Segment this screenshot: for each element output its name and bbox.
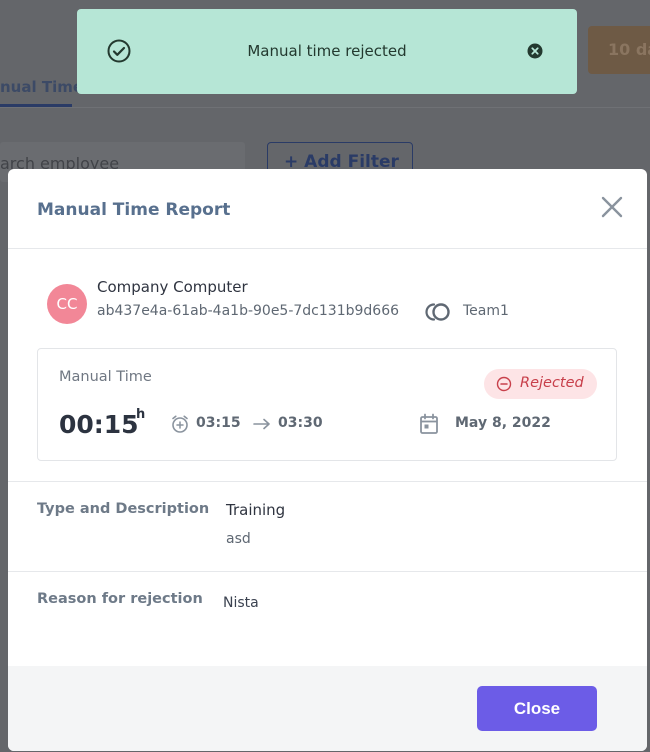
rejection-reason-value: Nista (223, 595, 259, 611)
modal-footer: Close (8, 666, 647, 751)
section-divider (8, 481, 647, 482)
type-value: Training (226, 501, 286, 519)
status-badge-label: Rejected (520, 375, 584, 391)
alarm-clock-icon (172, 415, 188, 433)
tab-manual-time[interactable]: nual Time (0, 78, 83, 96)
modal-title: Manual Time Report (37, 200, 231, 220)
team-icon (425, 303, 450, 321)
header-divider (8, 248, 647, 249)
duration-unit: h (136, 407, 146, 422)
duration-value: 00:15 (59, 410, 139, 439)
days-button[interactable]: 10 da (588, 26, 650, 74)
rejection-reason-label: Reason for rejection (37, 591, 203, 607)
close-icon[interactable] (599, 194, 625, 220)
entry-date: May 8, 2022 (455, 415, 551, 431)
section-divider (8, 571, 647, 572)
employee-name: Company Computer (97, 278, 248, 296)
end-time: 03:30 (278, 415, 323, 431)
manual-time-card: Manual Time Rejected 00:15 h 03:15 03:30… (37, 348, 617, 461)
team-name: Team1 (463, 303, 509, 319)
close-circle-icon[interactable] (527, 43, 543, 59)
arrow-right-icon (253, 418, 270, 430)
description-value: asd (226, 531, 251, 547)
toast-message: Manual time rejected (247, 42, 407, 60)
minus-circle-icon (496, 376, 512, 392)
calendar-icon (420, 413, 438, 434)
employee-id: ab437e4a-61ab-4a1b-90e5-7dc131b9d666 (97, 303, 400, 319)
close-button[interactable]: Close (477, 686, 597, 731)
avatar: CC (47, 284, 87, 324)
type-description-label: Type and Description (37, 501, 210, 517)
start-time: 03:15 (196, 415, 241, 431)
status-badge: Rejected (484, 369, 597, 399)
toast-notification: Manual time rejected (77, 9, 577, 94)
manual-time-label: Manual Time (59, 369, 152, 385)
manual-time-report-modal: Manual Time Report CC Company Computer a… (8, 169, 647, 751)
tabs-divider (0, 107, 650, 108)
